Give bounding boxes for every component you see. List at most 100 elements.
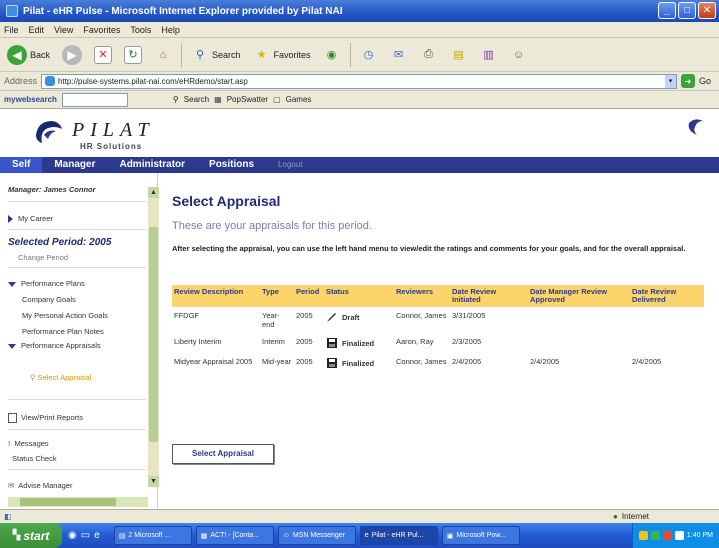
go-arrow-icon[interactable]: ➜ — [681, 74, 696, 88]
close-button[interactable]: ✕ — [698, 2, 716, 19]
change-period-link[interactable]: Change Period — [18, 253, 68, 262]
ie-launch-icon[interactable]: e — [94, 530, 100, 541]
cell-delivered — [630, 307, 704, 333]
status-text: Draft — [342, 312, 360, 322]
mywebsearch-search-button[interactable]: Search — [184, 95, 209, 104]
sidebar-item-advise-manager[interactable]: ✉ Advise Manager — [8, 481, 73, 490]
menu-view[interactable]: View — [54, 25, 73, 35]
nav-administrator[interactable]: Administrator — [107, 157, 197, 173]
table-row[interactable]: Liberty Interim Interim 2005 Finalized A… — [172, 333, 704, 353]
sidebar-horizontal-scrollbar[interactable] — [8, 497, 148, 507]
address-dropdown-icon[interactable]: ▾ — [665, 74, 677, 88]
sidebar-item-my-career[interactable]: My Career — [8, 214, 53, 224]
alert-icon: ! — [8, 439, 11, 448]
scrollbar-thumb[interactable] — [149, 227, 158, 442]
cell-period: 2005 — [296, 337, 313, 346]
sidebar-scrollbar[interactable]: ▲ ▼ — [148, 187, 159, 487]
scroll-down-icon[interactable]: ▼ — [148, 476, 159, 487]
table-row[interactable]: Midyear Appraisal 2005 Mid-year 2005 Fin… — [172, 353, 704, 373]
divider — [8, 469, 146, 470]
nav-positions[interactable]: Positions — [197, 157, 266, 173]
folder-icon: ▤ — [453, 49, 464, 61]
menu-favorites[interactable]: Favorites — [83, 25, 120, 35]
nav-self[interactable]: Self — [0, 157, 43, 173]
window-controls: _ □ ✕ — [658, 2, 716, 19]
instructions: After selecting the appraisal, you can u… — [172, 244, 686, 253]
status-text: Finalized — [342, 338, 375, 348]
taskbar-item-label: 2 Microsoft ... — [128, 532, 171, 539]
sidebar-item-performance-plans[interactable]: Performance Plans — [8, 279, 85, 288]
sidebar-item-personal-action-goals[interactable]: My Personal Action Goals — [22, 311, 108, 320]
mail-button[interactable]: ✉ — [387, 42, 411, 68]
cell-delivered — [630, 333, 704, 353]
home-icon: ⌂ — [159, 48, 167, 61]
start-button[interactable]: ▚ start — [0, 523, 62, 548]
windows-logo-icon: ▚ — [12, 530, 21, 541]
tray-icon[interactable] — [638, 531, 648, 540]
taskbar: ▚ start ◉ ▭ e ▤ 2 Microsoft ... ▦ ACT! - [… — [0, 523, 719, 548]
taskbar-item-msn[interactable]: ☺ MSN Messenger — [277, 526, 356, 545]
tray-icon[interactable] — [650, 531, 660, 540]
sidebar-item-messages[interactable]: ! Messages — [8, 439, 49, 448]
sidebar-item-select-appraisal[interactable]: ⚲ Select Appraisal — [30, 373, 91, 382]
search-icon: ⚲ — [172, 95, 179, 104]
divider — [8, 267, 146, 268]
sidebar-item-view-print-reports[interactable]: View/Print Reports — [8, 413, 83, 424]
tray-icon[interactable] — [674, 531, 684, 540]
favorites-button[interactable]: ★ Favorites — [250, 42, 314, 68]
history-button[interactable]: ◷ — [357, 42, 381, 68]
taskbar-item-label: MSN Messenger — [292, 532, 346, 539]
clock[interactable]: 1:40 PM — [687, 532, 713, 539]
site-header: PILAT HR Solutions — [0, 109, 719, 157]
sidebar-item-label: View/Print Reports — [21, 413, 83, 422]
tray-icon[interactable] — [662, 531, 672, 540]
select-appraisal-button[interactable]: Select Appraisal — [172, 444, 274, 464]
popswatter-button[interactable]: PopSwatter — [227, 95, 268, 104]
internet-zone: Internet — [621, 512, 649, 521]
messenger-button[interactable]: ☺ — [507, 42, 531, 68]
edit-button[interactable]: ▤ — [447, 42, 471, 68]
address-input[interactable]: http://pulse-systems.pilat-nai.com/eHRde… — [41, 73, 678, 89]
home-button[interactable]: ⌂ — [151, 42, 175, 68]
table-row[interactable]: FFDGF Year-end 2005 Draft Connor, James … — [172, 307, 704, 333]
media-button[interactable]: ◉ — [320, 42, 344, 68]
research-button[interactable]: ▥ — [477, 42, 501, 68]
nav-manager[interactable]: Manager — [42, 157, 107, 173]
scrollbar-thumb[interactable] — [20, 498, 116, 506]
internet-zone-icon: ● — [613, 512, 618, 521]
menu-bar: File Edit View Favorites Tools Help — [0, 22, 719, 38]
menu-edit[interactable]: Edit — [29, 25, 45, 35]
print-button[interactable]: ⎙ — [417, 42, 441, 68]
taskbar-item-ie[interactable]: e Pilat - eHR Pul... — [359, 526, 438, 545]
minimize-button[interactable]: _ — [658, 2, 676, 19]
menu-file[interactable]: File — [4, 25, 19, 35]
cell-period: 2005 — [296, 357, 313, 366]
sidebar-item-performance-appraisals[interactable]: Performance Appraisals — [8, 341, 101, 350]
logout-link[interactable]: Logout — [266, 157, 314, 173]
taskbar-item-powerpoint[interactable]: ▣ Microsoft Pow... — [441, 526, 520, 545]
taskbar-item-word[interactable]: ▤ 2 Microsoft ... — [113, 526, 192, 545]
sidebar-item-company-goals[interactable]: Company Goals — [22, 295, 76, 304]
mywebsearch-input[interactable] — [61, 92, 128, 107]
cell-reviewers: Aaron, Ray — [396, 337, 434, 346]
status-text: Finalized — [342, 358, 375, 368]
sidebar-item-status-check[interactable]: Status Check — [12, 454, 57, 463]
stop-button[interactable]: ✕ — [91, 42, 115, 68]
scroll-up-icon[interactable]: ▲ — [148, 187, 159, 198]
menu-help[interactable]: Help — [161, 25, 180, 35]
go-button[interactable]: Go — [699, 76, 711, 86]
quicklaunch-icon[interactable]: ◉ — [68, 530, 77, 541]
research-icon: ▥ — [483, 49, 494, 61]
toolbar-separator — [349, 42, 351, 67]
show-desktop-icon[interactable]: ▭ — [81, 530, 90, 541]
forward-button[interactable]: ▶ — [59, 42, 85, 68]
refresh-button[interactable]: ↻ — [121, 42, 145, 68]
menu-tools[interactable]: Tools — [130, 25, 151, 35]
start-label: start — [23, 528, 50, 543]
games-button[interactable]: Games — [286, 95, 312, 104]
maximize-button[interactable]: □ — [678, 2, 696, 19]
search-button[interactable]: ⚲ Search — [188, 42, 244, 68]
back-button[interactable]: ◀ Back — [4, 42, 53, 68]
taskbar-item-act[interactable]: ▦ ACT! - [Conta... — [195, 526, 274, 545]
sidebar-item-plan-notes[interactable]: Performance Plan Notes — [22, 327, 104, 336]
